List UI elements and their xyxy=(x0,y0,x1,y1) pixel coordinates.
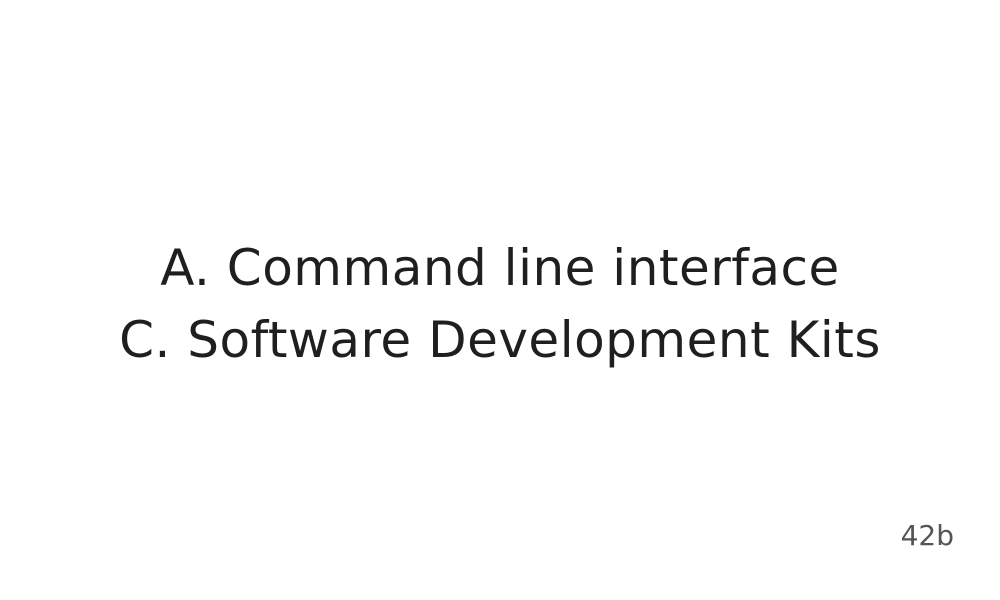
slide: A. Command line interface C. Software De… xyxy=(0,0,1000,600)
answer-option-a: A. Command line interface xyxy=(160,239,840,297)
answer-option-c: C. Software Development Kits xyxy=(119,311,881,369)
answer-list: A. Command line interface C. Software De… xyxy=(0,232,1000,376)
page-number-label: 42b xyxy=(900,519,954,552)
